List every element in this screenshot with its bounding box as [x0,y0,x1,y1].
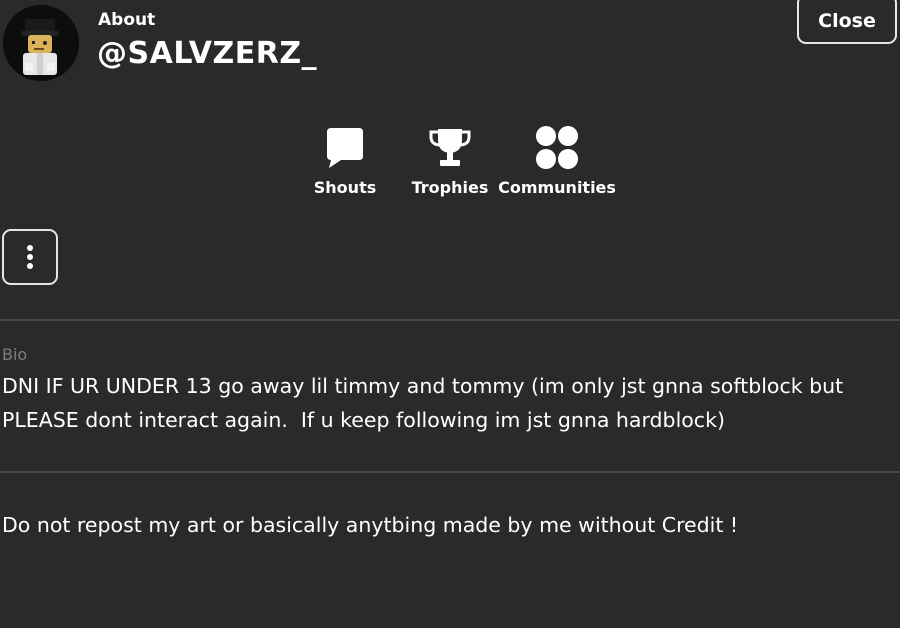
nav-trophies-label: Trophies [411,178,489,197]
nav-trophies[interactable]: Trophies [411,124,489,197]
communities-icon [532,124,582,172]
nav-communities-label: Communities [498,178,616,197]
divider [0,471,900,473]
more-options-button[interactable] [2,229,58,285]
nav-shouts-label: Shouts [313,178,377,197]
trophy-icon [425,124,475,172]
bio-text: DNI IF UR UNDER 13 go away lil timmy and… [2,374,850,432]
close-button[interactable]: Close [797,0,897,44]
nav-communities[interactable]: Communities [498,124,616,197]
profile-about-page: About @SALVZERZ_ Close Shouts Trophies C… [0,0,900,628]
about-heading: About [98,10,156,30]
avatar[interactable] [3,5,79,81]
avatar-image [3,5,79,81]
nav-shouts[interactable]: Shouts [314,124,376,197]
bio-label: Bio [2,345,28,364]
more-vertical-icon [27,245,33,269]
bio-text-secondary: Do not repost my art or basically anytbi… [2,513,739,537]
username: @SALVZERZ_ [97,36,318,71]
divider [0,319,900,321]
chat-bubble-icon [320,124,370,172]
